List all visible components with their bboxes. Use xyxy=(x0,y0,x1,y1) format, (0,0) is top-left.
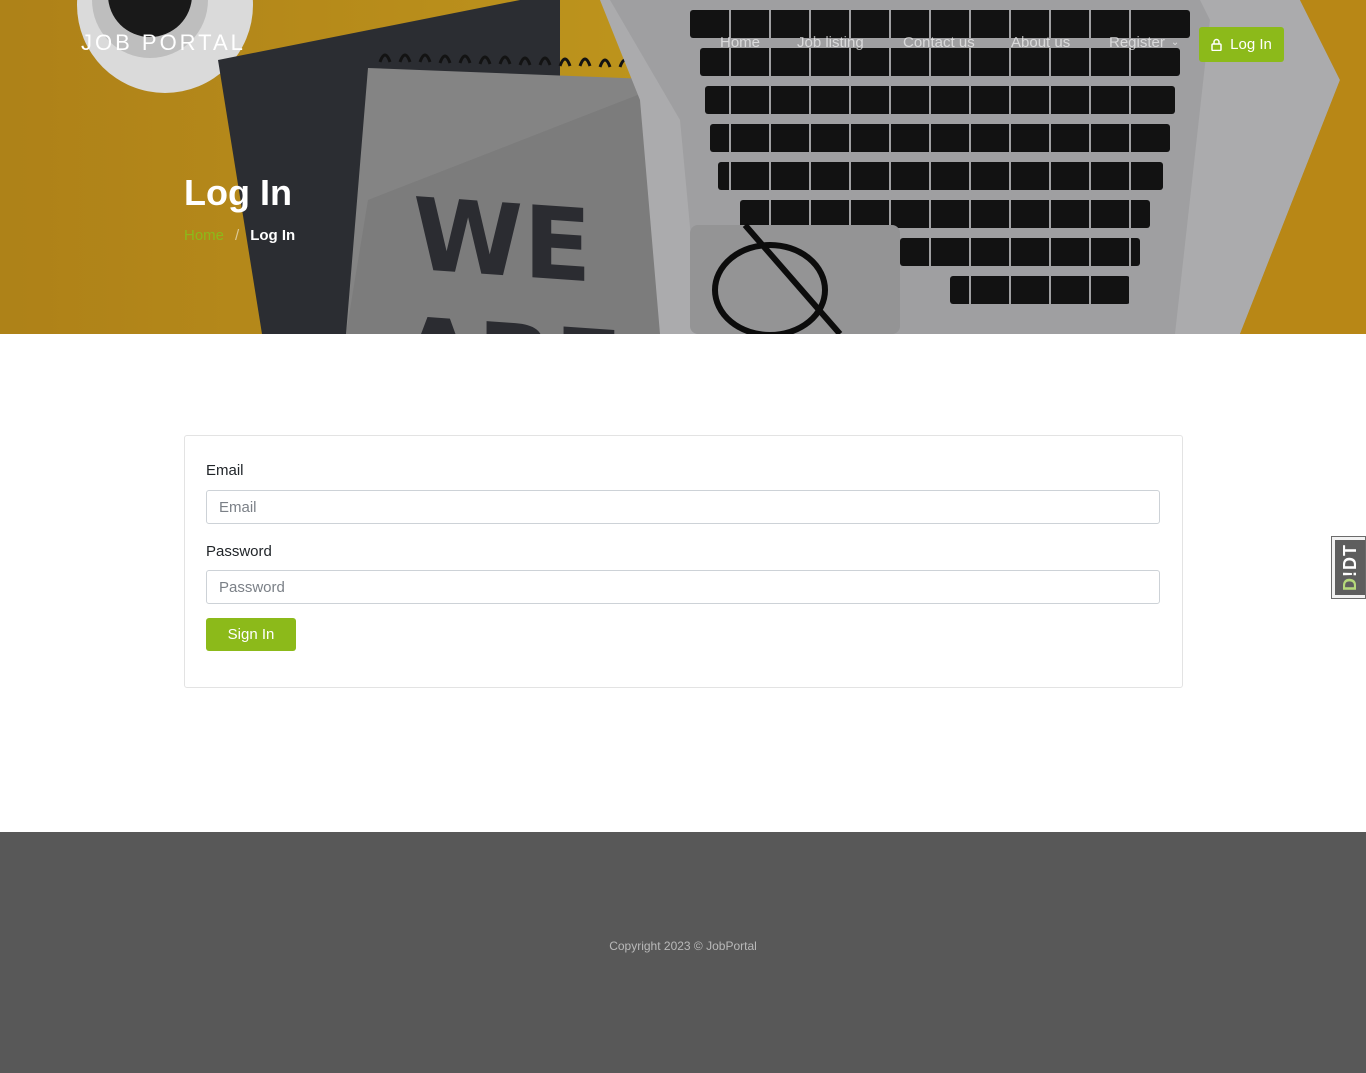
nav-register-label: Register xyxy=(1109,34,1165,51)
nav-contact-us[interactable]: Contact us xyxy=(903,34,975,51)
header-login-label: Log In xyxy=(1230,36,1272,53)
chevron-down-icon: ⌄ xyxy=(1170,37,1180,48)
password-field[interactable] xyxy=(206,570,1160,604)
debug-toolbar-label: D!DT xyxy=(1340,544,1361,591)
debug-letter-d: D xyxy=(1339,577,1360,591)
nav-register[interactable]: Register ⌄ xyxy=(1109,34,1179,51)
nav-job-listing[interactable]: Job listing xyxy=(797,34,864,51)
nav-about-us[interactable]: About us xyxy=(1011,34,1070,51)
header-login-button[interactable]: Log In xyxy=(1199,27,1284,62)
password-label: Password xyxy=(206,543,272,560)
breadcrumb: Home / Log In xyxy=(184,227,295,244)
page-title: Log In xyxy=(184,172,292,213)
login-form: Email Password Sign In xyxy=(184,435,1183,688)
sign-in-button[interactable]: Sign In xyxy=(206,618,296,651)
debug-letters: !DT xyxy=(1339,544,1360,577)
hero-banner: WE ARE JOB PORTAL Home Job listing Conta… xyxy=(0,0,1366,334)
breadcrumb-separator: / xyxy=(235,227,240,244)
email-field[interactable] xyxy=(206,490,1160,524)
notebook-text-1: WE xyxy=(413,176,592,305)
main-nav: Home Job listing Contact us About us Reg… xyxy=(0,34,1366,54)
nav-home[interactable]: Home xyxy=(720,34,760,51)
footer: Copyright 2023 © JobPortal xyxy=(0,832,1366,1073)
debug-toolbar-handle: D!DT xyxy=(1335,540,1365,595)
breadcrumb-current: Log In xyxy=(250,227,296,244)
debug-toolbar-tab[interactable]: D!DT xyxy=(1331,536,1366,599)
breadcrumb-home[interactable]: Home xyxy=(184,227,224,244)
lock-icon xyxy=(1211,38,1222,51)
email-label: Email xyxy=(206,462,244,479)
copyright-text: Copyright 2023 © JobPortal xyxy=(609,939,757,953)
